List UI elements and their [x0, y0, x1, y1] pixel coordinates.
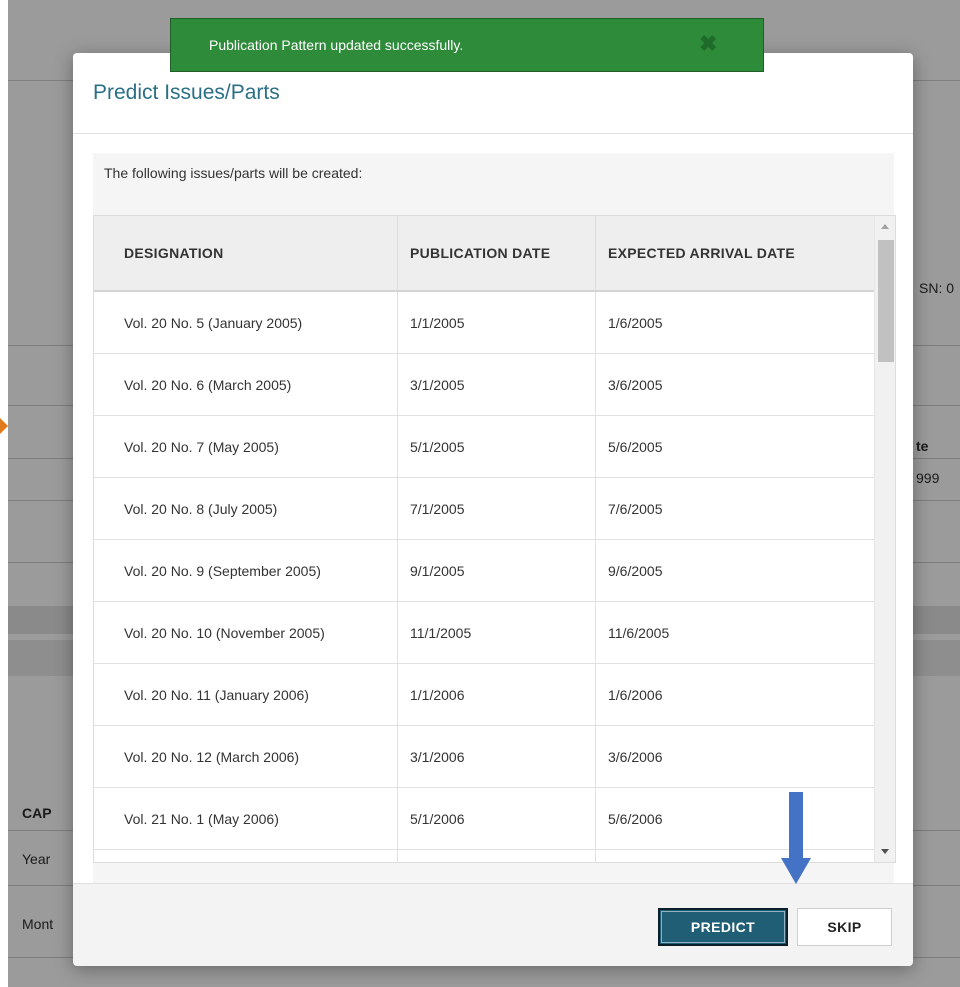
predicted-issues-table: DESIGNATION PUBLICATION DATE EXPECTED AR…: [93, 215, 896, 863]
expected-arrival-date-cell: 5/6/2005: [595, 415, 895, 478]
scroll-up-arrow-icon[interactable]: [881, 224, 889, 229]
table-row: Vol. 20 No. 7 (May 2005) 5/1/2005 5/6/20…: [94, 415, 895, 478]
publication-date-cell: 11/1/2005: [397, 601, 596, 664]
scrollbar-thumb[interactable]: [878, 240, 894, 362]
intro-text: The following issues/parts will be creat…: [104, 165, 363, 181]
orange-arrow-annotation: [0, 418, 8, 434]
publication-date-cell: 9/1/2005: [397, 539, 596, 602]
blue-arrow-annotation: [781, 792, 811, 886]
date-header-fragment: te: [916, 438, 929, 454]
column-header-publication-date[interactable]: PUBLICATION DATE: [397, 216, 596, 292]
designation-cell: Vol. 21 No. 1 (May 2006): [94, 787, 398, 850]
expected-arrival-date-cell: 11/6/2005: [595, 601, 895, 664]
caption-fragment: CAP: [22, 805, 52, 821]
column-header-expected-arrival-date[interactable]: EXPECTED ARRIVAL DATE: [595, 216, 895, 292]
designation-cell: Vol. 20 No. 5 (January 2005): [94, 291, 398, 354]
modal-title: Predict Issues/Parts: [93, 81, 280, 104]
designation-cell: Vol. 20 No. 6 (March 2005): [94, 353, 398, 416]
designation-cell: Vol. 20 No. 10 (November 2005): [94, 601, 398, 664]
skip-button[interactable]: SKIP: [797, 908, 892, 946]
designation-cell-empty: [94, 849, 398, 862]
table-row: Vol. 20 No. 12 (March 2006) 3/1/2006 3/6…: [94, 725, 895, 788]
expected-arrival-date-cell: 1/6/2005: [595, 291, 895, 354]
table-row: Vol. 21 No. 1 (May 2006) 5/1/2006 5/6/20…: [94, 787, 895, 850]
designation-cell: Vol. 20 No. 9 (September 2005): [94, 539, 398, 602]
issn-label: SN: 0: [919, 280, 955, 296]
table-row-partial: [94, 849, 895, 862]
table-row: Vol. 20 No. 5 (January 2005) 1/1/2005 1/…: [94, 291, 895, 354]
expected-arrival-date-cell: 5/6/2006: [595, 787, 895, 850]
arrow-shaft: [789, 792, 803, 858]
table-header-row: DESIGNATION PUBLICATION DATE EXPECTED AR…: [94, 216, 895, 292]
column-header-designation[interactable]: DESIGNATION: [94, 216, 398, 292]
table-row: Vol. 20 No. 8 (July 2005) 7/1/2005 7/6/2…: [94, 477, 895, 540]
designation-cell: Vol. 20 No. 7 (May 2005): [94, 415, 398, 478]
table-row: Vol. 20 No. 9 (September 2005) 9/1/2005 …: [94, 539, 895, 602]
month-fragment: Mont: [22, 916, 54, 932]
arrow-head: [781, 858, 811, 884]
table-row: Vol. 20 No. 11 (January 2006) 1/1/2006 1…: [94, 663, 895, 726]
publication-date-cell: 3/1/2005: [397, 353, 596, 416]
expected-arrival-date-cell: 3/6/2005: [595, 353, 895, 416]
designation-cell: Vol. 20 No. 12 (March 2006): [94, 725, 398, 788]
expected-arrival-date-cell: 9/6/2005: [595, 539, 895, 602]
year-fragment: Year: [22, 851, 51, 867]
scroll-down-arrow-icon[interactable]: [881, 849, 889, 854]
table-scrollbar[interactable]: [874, 216, 895, 862]
table-row: Vol. 20 No. 6 (March 2005) 3/1/2005 3/6/…: [94, 353, 895, 416]
designation-cell: Vol. 20 No. 11 (January 2006): [94, 663, 398, 726]
table-row: Vol. 20 No. 10 (November 2005) 11/1/2005…: [94, 601, 895, 664]
toast-message: Publication Pattern updated successfully…: [209, 37, 464, 53]
modal-body: The following issues/parts will be creat…: [93, 153, 896, 913]
publication-date-cell: 5/1/2005: [397, 415, 596, 478]
publication-date-cell: 5/1/2006: [397, 787, 596, 850]
date-value-fragment: 999: [916, 470, 940, 486]
publication-date-cell: 7/1/2005: [397, 477, 596, 540]
modal-footer: PREDICT SKIP: [73, 883, 913, 966]
expected-arrival-date-cell: 7/6/2005: [595, 477, 895, 540]
publication-date-cell: 1/1/2006: [397, 663, 596, 726]
designation-cell: Vol. 20 No. 8 (July 2005): [94, 477, 398, 540]
success-toast: Publication Pattern updated successfully…: [170, 18, 764, 72]
expected-arrival-date-cell: 1/6/2006: [595, 663, 895, 726]
expected-arrival-date-cell-empty: [595, 849, 895, 862]
publication-date-cell: 3/1/2006: [397, 725, 596, 788]
publication-date-cell-empty: [397, 849, 596, 862]
expected-arrival-date-cell: 3/6/2006: [595, 725, 895, 788]
publication-date-cell: 1/1/2005: [397, 291, 596, 354]
close-icon[interactable]: ✖: [699, 33, 717, 55]
predict-button[interactable]: PREDICT: [658, 908, 788, 946]
